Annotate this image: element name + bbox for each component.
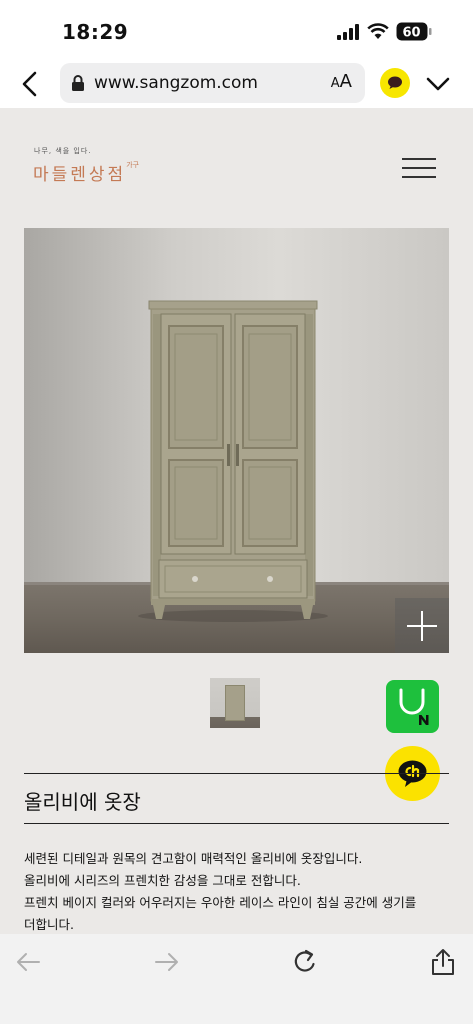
product-thumbnail[interactable]: [210, 678, 260, 728]
status-time: 18:29: [62, 20, 129, 44]
lock-icon: [72, 75, 84, 91]
text-size-large-label: A: [339, 71, 352, 92]
status-bar: 18:29 60: [0, 0, 473, 60]
browser-address-bar: www.sangzom.com AA: [0, 60, 473, 108]
back-icon[interactable]: [16, 70, 44, 98]
menu-icon[interactable]: [402, 158, 436, 182]
browser-toolbar: [0, 934, 473, 1024]
reload-icon[interactable]: [290, 948, 320, 976]
naver-talk-icon[interactable]: [386, 680, 439, 733]
description-line: 세련된 디테일과 원목의 견고함이 매력적인 올리비에 옷장입니다.: [24, 851, 363, 866]
plus-icon[interactable]: [395, 598, 449, 653]
wardrobe-illustration: [138, 300, 328, 622]
arrow-left-icon[interactable]: [13, 948, 43, 976]
signal-icon: [337, 24, 359, 40]
share-icon[interactable]: [428, 948, 458, 976]
text-size-button[interactable]: AA: [331, 71, 352, 92]
url-field[interactable]: www.sangzom.com AA: [60, 63, 365, 103]
url-text: www.sangzom.com: [94, 73, 258, 93]
description-line: 더합니다.: [24, 917, 74, 932]
brand-logo[interactable]: 마들렌상점가구: [33, 160, 139, 185]
brand-suffix: 가구: [126, 161, 140, 169]
brand-name: 마들렌상점: [33, 165, 127, 185]
title-bottom-divider: [24, 823, 449, 824]
arrow-right-icon[interactable]: [152, 948, 182, 976]
description-line: 프렌치 베이지 컬러와 어우러지는 우아한 레이스 라인이 침실 공간에 생기를: [24, 895, 417, 910]
description-line: 올리비에 시리즈의 프렌치한 감성을 그대로 전합니다.: [24, 873, 301, 888]
product-title: 올리비에 옷장: [24, 790, 141, 814]
text-size-small-label: A: [330, 76, 340, 91]
title-top-divider: [24, 773, 449, 774]
battery-level: 60: [402, 26, 420, 41]
kakao-icon[interactable]: [380, 68, 410, 98]
chevron-down-icon[interactable]: [425, 72, 451, 96]
wifi-icon: [367, 23, 389, 39]
brand-tagline: 나무, 색을 입다.: [34, 147, 92, 155]
web-page: 나무, 색을 입다. 마들렌상점가구 올리비에 옷장 세련된 디테일과 원목의 …: [0, 108, 473, 934]
battery-icon: 60: [396, 22, 432, 41]
product-description: 세련된 디테일과 원목의 견고함이 매력적인 올리비에 옷장입니다. 올리비에 …: [24, 848, 449, 934]
product-main-image[interactable]: [24, 228, 449, 653]
